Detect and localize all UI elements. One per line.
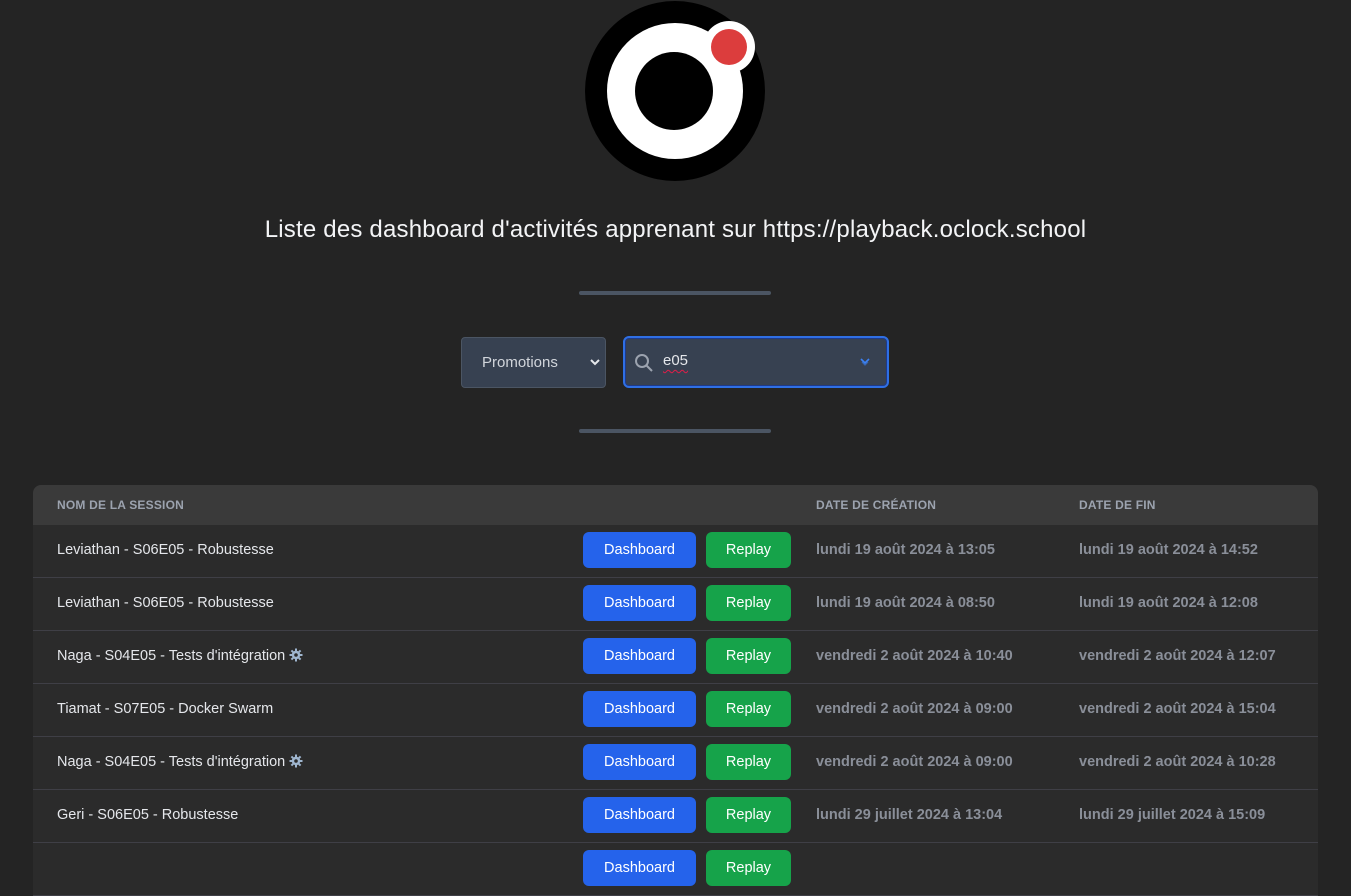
table-header: NOM DE LA SESSION DATE DE CRÉATION DATE … xyxy=(33,485,1318,525)
search-value: e05 xyxy=(663,352,689,369)
replay-button[interactable]: Replay xyxy=(706,744,791,780)
replay-button[interactable]: Replay xyxy=(706,850,791,886)
end-date: vendredi 2 août 2024 à 10:28 xyxy=(1079,754,1276,770)
table-row: Dashboard Replay xyxy=(33,843,1318,896)
dashboard-button[interactable]: Dashboard xyxy=(583,532,696,568)
replay-button[interactable]: Replay xyxy=(706,532,791,568)
dashboard-button[interactable]: Dashboard xyxy=(583,744,696,780)
session-name: Leviathan - S06E05 - Robustesse xyxy=(57,595,274,611)
session-name: Geri - S06E05 - Robustesse xyxy=(57,807,239,823)
header-session-name: NOM DE LA SESSION xyxy=(57,498,184,512)
sessions-table: NOM DE LA SESSION DATE DE CRÉATION DATE … xyxy=(33,485,1318,896)
oclock-logo xyxy=(585,1,765,181)
replay-button[interactable]: Replay xyxy=(706,638,791,674)
table-row: Naga - S04E05 - Tests d'intégration Dash… xyxy=(33,737,1318,790)
end-date: vendredi 2 août 2024 à 15:04 xyxy=(1079,701,1276,717)
creation-date: vendredi 2 août 2024 à 09:00 xyxy=(816,701,1013,717)
gear-icon xyxy=(289,754,303,768)
creation-date: vendredi 2 août 2024 à 09:00 xyxy=(816,754,1013,770)
replay-button[interactable]: Replay xyxy=(706,797,791,833)
end-date: lundi 29 juillet 2024 à 15:09 xyxy=(1079,807,1266,823)
dashboard-button[interactable]: Dashboard xyxy=(583,585,696,621)
divider-bottom xyxy=(579,429,771,433)
promotions-select-value: Promotions xyxy=(482,354,558,371)
creation-date: lundi 19 août 2024 à 13:05 xyxy=(816,542,995,558)
table-row: Leviathan - S06E05 - Robustesse Dashboar… xyxy=(33,578,1318,631)
replay-button[interactable]: Replay xyxy=(706,691,791,727)
replay-button[interactable]: Replay xyxy=(706,585,791,621)
header-end-date: DATE DE FIN xyxy=(1079,498,1156,512)
session-name: Tiamat - S07E05 - Docker Swarm xyxy=(57,701,274,717)
dashboard-button[interactable]: Dashboard xyxy=(583,850,696,886)
gear-icon xyxy=(289,648,303,662)
page-title: Liste des dashboard d'activités apprenan… xyxy=(264,216,1087,243)
creation-date: lundi 29 juillet 2024 à 13:04 xyxy=(816,807,1003,823)
search-input[interactable]: e05 xyxy=(623,336,889,388)
end-date: lundi 19 août 2024 à 14:52 xyxy=(1079,542,1258,558)
session-name: Naga - S04E05 - Tests d'intégration xyxy=(57,754,303,770)
table-row: Leviathan - S06E05 - Robustesse Dashboar… xyxy=(33,525,1318,578)
dashboard-button[interactable]: Dashboard xyxy=(583,638,696,674)
end-date: lundi 19 août 2024 à 12:08 xyxy=(1079,595,1258,611)
table-row: Tiamat - S07E05 - Docker Swarm Dashboard… xyxy=(33,684,1318,737)
divider-top xyxy=(579,291,771,295)
end-date: vendredi 2 août 2024 à 12:07 xyxy=(1079,648,1276,664)
session-name: Naga - S04E05 - Tests d'intégration xyxy=(57,648,303,664)
table-row: Geri - S06E05 - Robustesse Dashboard Rep… xyxy=(33,790,1318,843)
search-icon xyxy=(635,354,653,372)
chevron-down-icon[interactable] xyxy=(859,356,871,368)
header-creation-date: DATE DE CRÉATION xyxy=(816,498,937,512)
promotions-select[interactable]: Promotions xyxy=(461,337,606,388)
table-row: Naga - S04E05 - Tests d'intégration Dash… xyxy=(33,631,1318,684)
dashboard-button[interactable]: Dashboard xyxy=(583,797,696,833)
dashboard-button[interactable]: Dashboard xyxy=(583,691,696,727)
creation-date: vendredi 2 août 2024 à 10:40 xyxy=(816,648,1013,664)
creation-date: lundi 19 août 2024 à 08:50 xyxy=(816,595,995,611)
chevron-down-icon xyxy=(590,359,600,366)
session-name: Leviathan - S06E05 - Robustesse xyxy=(57,542,274,558)
